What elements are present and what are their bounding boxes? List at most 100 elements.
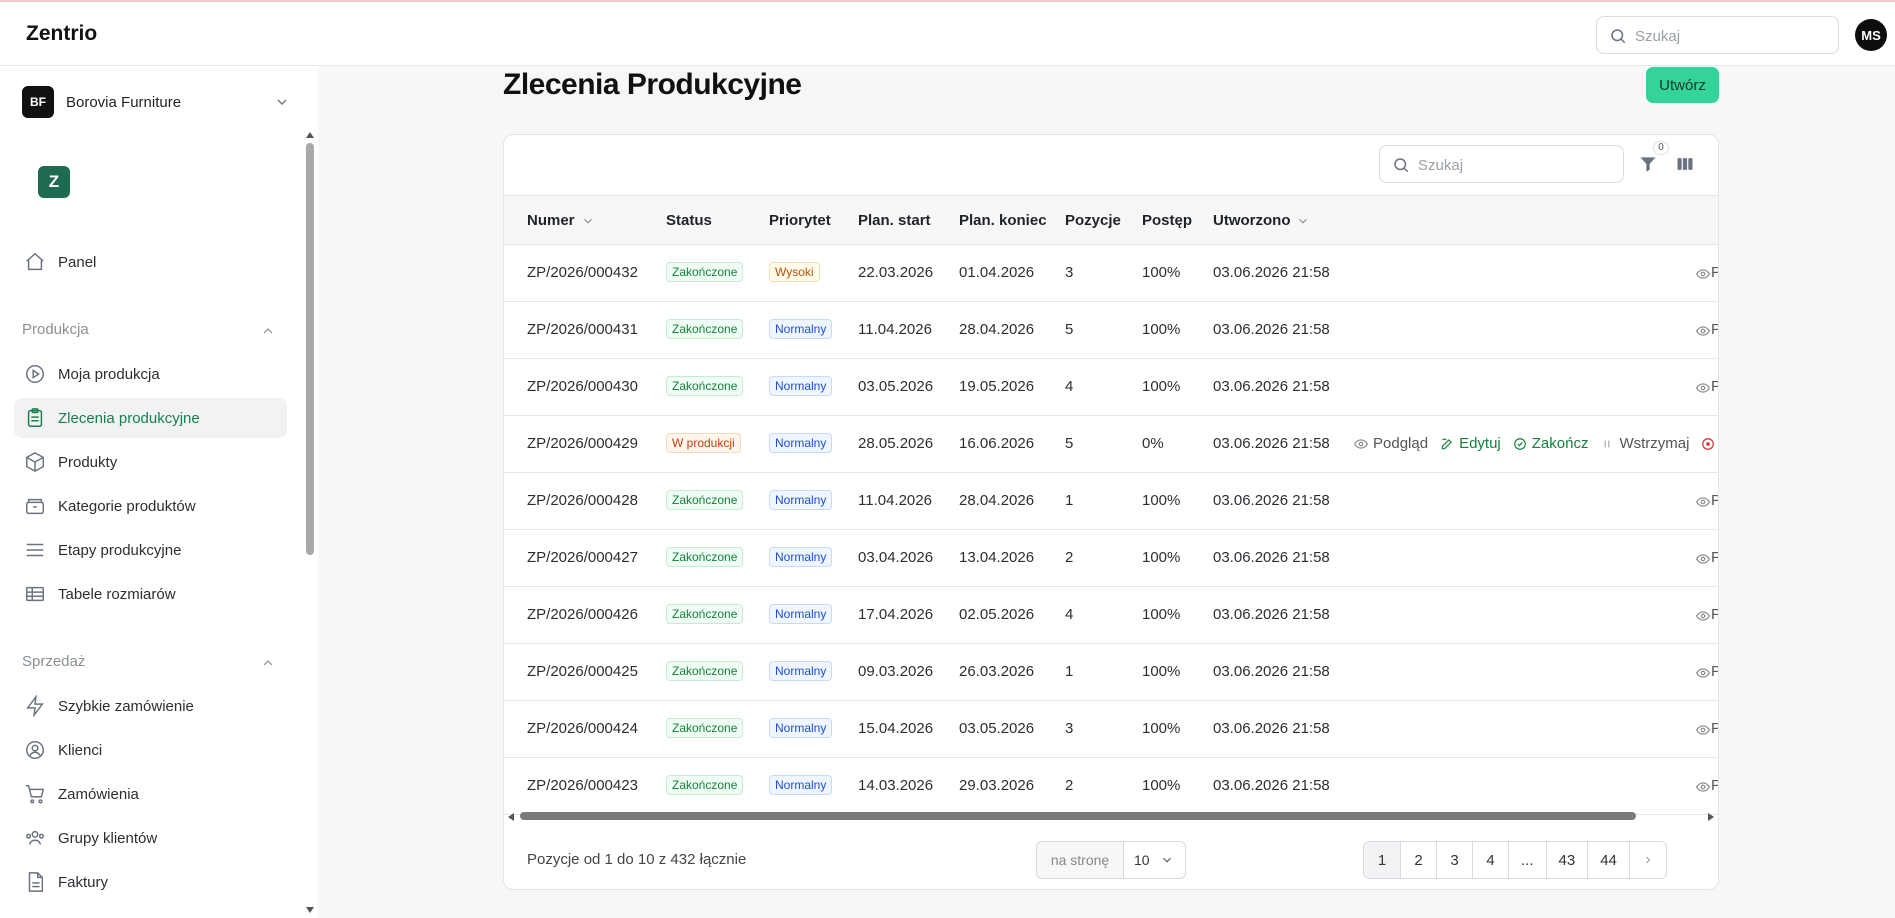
plan-start: 03.04.2026	[858, 549, 934, 566]
order-number[interactable]: ZP/2026/000427	[527, 549, 638, 566]
sidebar-item-my-production[interactable]: Moja produkcja	[14, 354, 287, 394]
order-number[interactable]: ZP/2026/000431	[527, 321, 638, 338]
view-action-truncated[interactable]: P	[1711, 378, 1718, 395]
eye-icon[interactable]	[1696, 495, 1710, 509]
eye-icon[interactable]	[1696, 723, 1710, 737]
finish-action[interactable]: Zakończ	[1513, 435, 1588, 452]
view-action-truncated[interactable]: P	[1711, 606, 1718, 623]
edit-action[interactable]: Edytuj	[1440, 435, 1501, 452]
section-production[interactable]: Produkcja	[22, 321, 276, 341]
cart-icon	[25, 785, 45, 804]
table-search-input[interactable]	[1418, 154, 1608, 176]
table-row[interactable]: ZP/2026/000423 Zakończone Normalny 14.03…	[504, 758, 1718, 815]
sidebar-item-invoices[interactable]: Faktury	[14, 862, 287, 902]
global-search-input[interactable]	[1635, 25, 1825, 47]
table-row[interactable]: ZP/2026/000427 Zakończone Normalny 03.04…	[504, 530, 1718, 587]
brand-logo[interactable]: Zentrio	[26, 22, 97, 46]
play-circle-icon	[26, 365, 44, 383]
view-action-truncated[interactable]: P	[1711, 777, 1718, 794]
sidebar-item-quick-order[interactable]: Szybkie zamówienie	[14, 686, 287, 726]
table-row[interactable]: ZP/2026/000428 Zakończone Normalny 11.04…	[504, 473, 1718, 530]
column-header-number[interactable]: Numer	[527, 212, 595, 229]
order-number[interactable]: ZP/2026/000432	[527, 264, 638, 281]
sidebar-item-product-categories[interactable]: Kategorie produktów	[14, 486, 287, 526]
sidebar-item-clients[interactable]: Klienci	[14, 730, 287, 770]
table-row-hovered[interactable]: ZP/2026/000429 W produkcji Normalny 28.0…	[504, 416, 1718, 473]
sidebar-item-label: Panel	[58, 253, 97, 271]
columns-icon[interactable]	[1675, 154, 1695, 174]
view-action-truncated[interactable]: P	[1711, 663, 1718, 680]
global-search[interactable]	[1596, 16, 1839, 54]
sidebar-item-size-tables[interactable]: Tabele rozmiarów	[14, 574, 287, 614]
status-badge: Zakończone	[666, 718, 744, 738]
order-number[interactable]: ZP/2026/000426	[527, 606, 638, 623]
chevron-down-icon	[1162, 857, 1171, 863]
table-row[interactable]: ZP/2026/000432 Zakończone Wysoki 22.03.2…	[504, 245, 1718, 302]
eye-icon[interactable]	[1696, 267, 1710, 281]
eye-icon[interactable]	[1696, 324, 1710, 338]
scroll-left-icon[interactable]	[507, 812, 515, 822]
page-button-44[interactable]: 44	[1587, 842, 1629, 878]
view-action-truncated[interactable]: P	[1711, 264, 1718, 281]
column-header-created[interactable]: Utworzono	[1213, 212, 1310, 229]
scroll-up-icon[interactable]	[305, 131, 315, 139]
page-button-43[interactable]: 43	[1545, 842, 1588, 878]
column-header-plan-end[interactable]: Plan. koniec	[959, 212, 1047, 229]
view-action-truncated[interactable]: P	[1711, 549, 1718, 566]
column-header-status[interactable]: Status	[666, 212, 712, 229]
sidebar-item-panel[interactable]: Panel	[14, 242, 287, 282]
create-button[interactable]: Utwórz	[1646, 67, 1719, 103]
table-scrollbar-thumb[interactable]	[520, 812, 1636, 820]
page-button-4[interactable]: 4	[1472, 842, 1508, 878]
sidebar-item-products[interactable]: Produkty	[14, 442, 287, 482]
column-header-progress[interactable]: Postęp	[1142, 212, 1192, 229]
eye-icon[interactable]	[1696, 780, 1710, 794]
sidebar-item-production-orders[interactable]: Zlecenia produkcyjne	[14, 398, 287, 438]
filter-icon[interactable]	[1638, 154, 1658, 174]
table-search[interactable]	[1379, 145, 1624, 183]
page-button-1[interactable]: 1	[1364, 842, 1400, 878]
eye-icon[interactable]	[1696, 609, 1710, 623]
scroll-down-icon[interactable]	[305, 906, 315, 914]
order-number[interactable]: ZP/2026/000424	[527, 720, 638, 737]
view-action-truncated[interactable]: P	[1711, 720, 1718, 737]
view-action-truncated[interactable]: P	[1711, 492, 1718, 509]
sidebar-item-production-stages[interactable]: Etapy produkcyjne	[14, 530, 287, 570]
stop-circle-icon[interactable]	[1701, 437, 1715, 451]
table-row[interactable]: ZP/2026/000426 Zakończone Normalny 17.04…	[504, 587, 1718, 644]
order-number[interactable]: ZP/2026/000428	[527, 492, 638, 509]
sidebar-item-client-groups[interactable]: Grupy klientów	[14, 818, 287, 858]
table-row[interactable]: ZP/2026/000425 Zakończone Normalny 09.03…	[504, 644, 1718, 701]
order-number[interactable]: ZP/2026/000430	[527, 378, 638, 395]
sidebar-item-orders[interactable]: Zamówienia	[14, 774, 287, 814]
per-page-value-wrap[interactable]: 10	[1124, 842, 1185, 878]
org-switcher[interactable]: BF Borovia Furniture	[22, 85, 294, 119]
order-number[interactable]: ZP/2026/000429	[527, 435, 638, 452]
column-header-items[interactable]: Pozycje	[1065, 212, 1121, 229]
column-header-priority[interactable]: Priorytet	[769, 212, 831, 229]
chevron-up-icon	[263, 328, 273, 334]
order-number[interactable]: ZP/2026/000425	[527, 663, 638, 680]
order-number[interactable]: ZP/2026/000423	[527, 777, 638, 794]
page-button-2[interactable]: 2	[1400, 842, 1436, 878]
priority-badge: Normalny	[769, 319, 833, 339]
user-avatar[interactable]: MS	[1855, 19, 1887, 51]
next-page-button[interactable]	[1628, 842, 1666, 878]
column-header-plan-start[interactable]: Plan. start	[858, 212, 931, 229]
scroll-right-icon[interactable]	[1707, 812, 1715, 822]
eye-icon[interactable]	[1696, 381, 1710, 395]
table-row[interactable]: ZP/2026/000424 Zakończone Normalny 15.04…	[504, 701, 1718, 758]
pause-action[interactable]: Wstrzymaj	[1600, 435, 1689, 452]
view-action[interactable]: Podgląd	[1354, 435, 1428, 452]
eye-icon[interactable]	[1696, 552, 1710, 566]
clipboard-icon	[27, 408, 43, 427]
table-row[interactable]: ZP/2026/000431 Zakończone Normalny 11.04…	[504, 302, 1718, 359]
page-button-3[interactable]: 3	[1436, 842, 1472, 878]
created-at: 03.06.2026 21:58	[1213, 606, 1330, 623]
table-row[interactable]: ZP/2026/000430 Zakończone Normalny 03.05…	[504, 359, 1718, 416]
eye-icon[interactable]	[1696, 666, 1710, 680]
sidebar-scrollbar-thumb[interactable]	[306, 143, 314, 555]
view-action-truncated[interactable]: P	[1711, 321, 1718, 338]
section-sales[interactable]: Sprzedaż	[22, 653, 276, 673]
per-page-select[interactable]: na stronę 10	[1036, 841, 1186, 879]
